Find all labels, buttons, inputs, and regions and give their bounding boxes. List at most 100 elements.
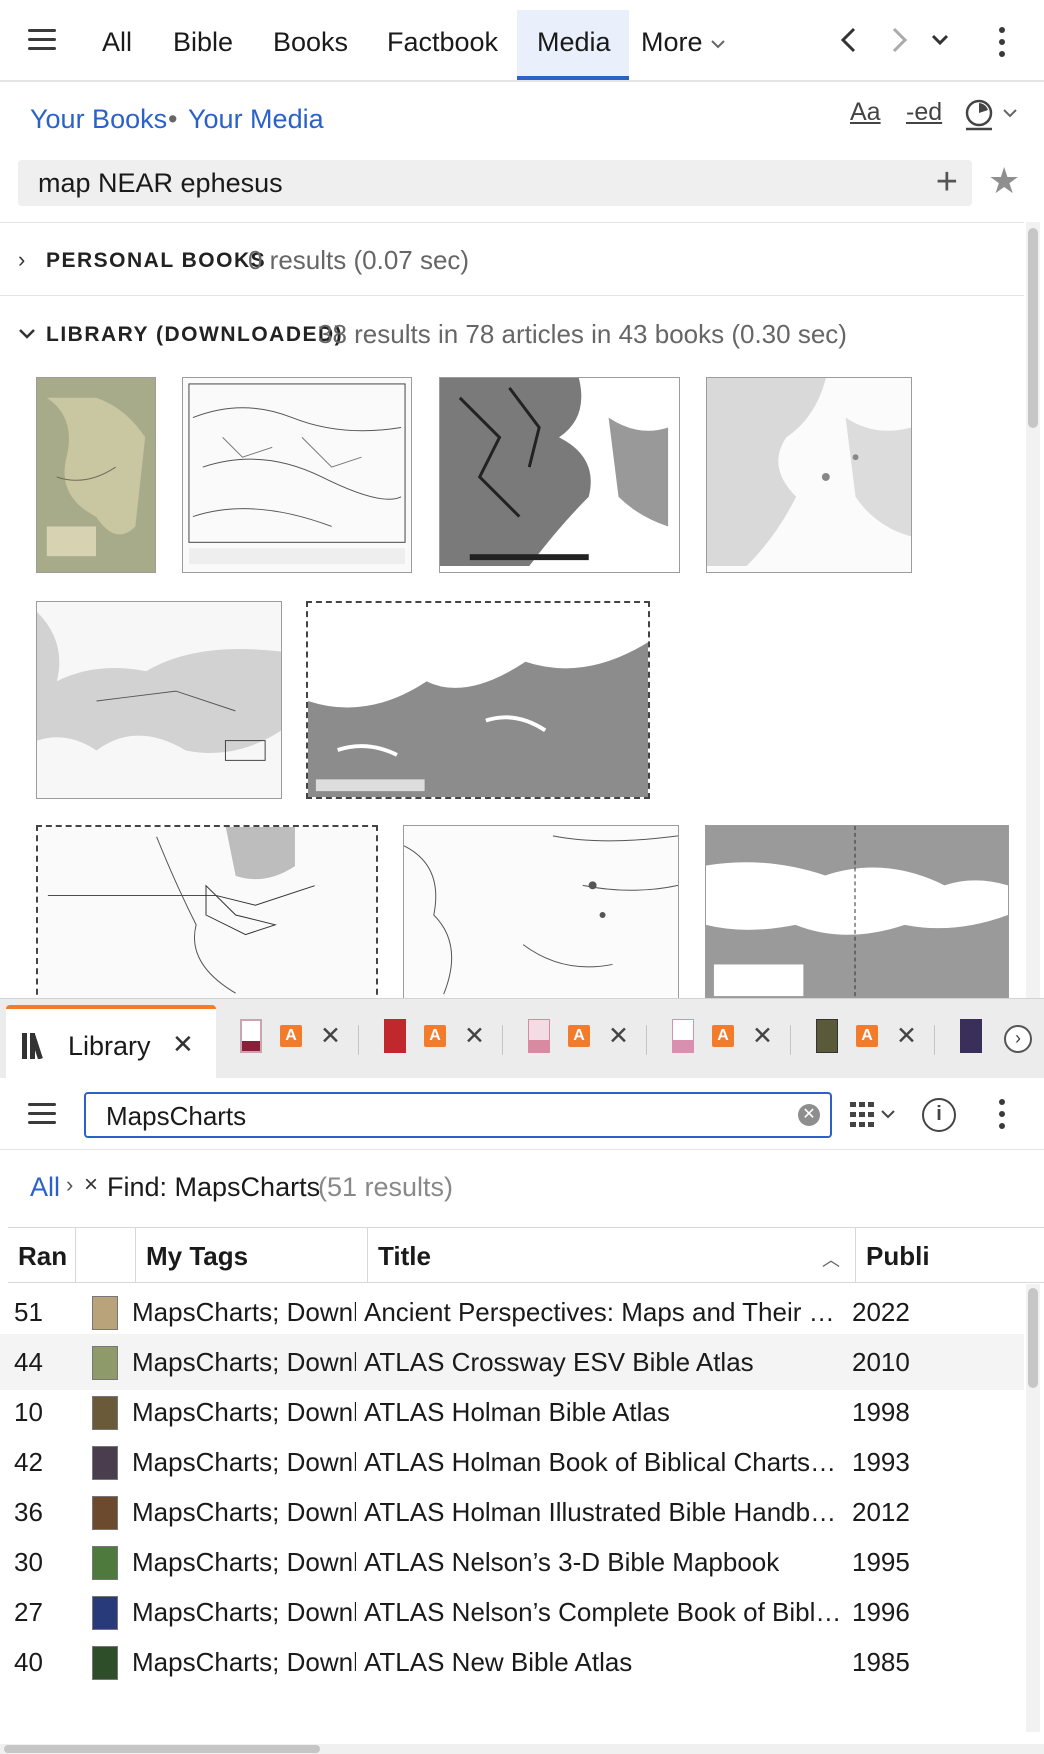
title-cell: Ancient Perspectives: Maps and Their Pla… (364, 1297, 842, 1327)
panel-tab-strip: Library ✕ A ✕ A ✕ A ✕ A ✕ A ✕ › (0, 998, 1044, 1079)
search-input[interactable]: map NEAR ephesus (38, 168, 283, 199)
title-cell: ATLAS Holman Book of Biblical Charts, Ma… (364, 1447, 842, 1477)
book-cover-icon (240, 1019, 262, 1053)
your-media-link[interactable]: Your Media (188, 104, 324, 135)
your-books-link[interactable]: Your Books (30, 104, 167, 135)
chevron-down-icon[interactable] (18, 327, 36, 341)
table-row[interactable]: 44 MapsCharts; Downloa ATLAS Crossway ES… (0, 1334, 1024, 1390)
menu-icon[interactable] (28, 1101, 58, 1127)
edition-icon[interactable]: -ed (906, 98, 942, 127)
map-thumbnail[interactable] (403, 825, 679, 998)
font-size-icon[interactable]: Aa (850, 98, 881, 127)
table-row[interactable]: 10 MapsCharts; Downloa ATLAS Holman Bibl… (0, 1384, 1024, 1440)
breadcrumb-filter: Find: MapsCharts (107, 1172, 321, 1202)
breadcrumb-all-link[interactable]: All (30, 1172, 60, 1203)
library-search-box[interactable]: MapsCharts ✕ (84, 1092, 832, 1138)
table-scrollbar[interactable] (1026, 1284, 1040, 1732)
audio-badge-icon: A (856, 1025, 878, 1047)
column-header-cover[interactable] (76, 1228, 136, 1282)
tab-factbook[interactable]: Factbook (367, 10, 518, 80)
more-options-icon[interactable] (984, 24, 1020, 60)
tab-bible[interactable]: Bible (153, 10, 253, 80)
chevron-right-icon[interactable]: › (18, 247, 25, 273)
year-cell: 1993 (852, 1447, 910, 1477)
view-options-icon[interactable] (850, 1100, 902, 1130)
library-section[interactable]: LIBRARY (DOWNLOADED) 38 results in 78 ar… (0, 297, 1024, 371)
add-icon[interactable]: + (936, 162, 958, 202)
map-thumbnail[interactable] (36, 601, 282, 799)
book-cover-icon (92, 1396, 118, 1430)
table-row[interactable]: 27 MapsCharts; Downloa ATLAS Nelson’s Co… (0, 1584, 1024, 1640)
column-header-rank[interactable]: Ran (8, 1228, 76, 1282)
rank-cell: 10 (14, 1397, 43, 1427)
rank-cell: 42 (14, 1447, 43, 1477)
divider (0, 295, 1024, 296)
library-toolbar: MapsCharts ✕ i (0, 1078, 1044, 1150)
tab-media[interactable]: Media (517, 10, 629, 80)
remove-filter-icon[interactable]: × (84, 1171, 98, 1199)
tab-books[interactable]: Books (253, 10, 368, 80)
year-cell: 1996 (852, 1597, 910, 1627)
column-header-title[interactable]: Title (368, 1228, 856, 1282)
table-row[interactable]: 30 MapsCharts; Downloa ATLAS Nelson’s 3-… (0, 1534, 1024, 1590)
column-header-my-tags[interactable]: My Tags (136, 1228, 368, 1282)
table-row[interactable]: 42 MapsCharts; Downloa ATLAS Holman Book… (0, 1434, 1024, 1490)
favorite-star-icon[interactable]: ★ (988, 160, 1020, 202)
results-count: (51 results) (318, 1172, 454, 1202)
map-thumbnail[interactable] (182, 377, 412, 573)
map-thumbnail[interactable] (306, 601, 650, 799)
scope-separator: • (168, 104, 178, 134)
map-thumbnail[interactable] (706, 377, 912, 573)
close-tab-icon[interactable]: ✕ (608, 1021, 629, 1051)
scrollbar-thumb[interactable] (4, 1745, 320, 1753)
title-cell: ATLAS Nelson’s 3-D Bible Mapbook (364, 1547, 780, 1577)
map-thumbnail[interactable] (439, 377, 680, 573)
top-nav: All Bible Books Factbook Media More (0, 0, 1044, 82)
timer-icon[interactable] (962, 98, 1022, 132)
more-options-icon[interactable] (984, 1096, 1020, 1132)
back-arrow-icon[interactable] (832, 22, 868, 58)
table-row[interactable]: 36 MapsCharts; Downloa ATLAS Holman Illu… (0, 1484, 1024, 1540)
tab-library[interactable]: Library ✕ (6, 1005, 216, 1079)
column-header-published[interactable]: Publi (856, 1228, 1044, 1282)
year-cell: 1998 (852, 1397, 910, 1427)
book-cover-icon (92, 1446, 118, 1480)
map-thumbnail[interactable] (36, 825, 378, 998)
horizontal-scrollbar[interactable] (0, 1744, 1044, 1754)
table-row[interactable]: 40 MapsCharts; Downloa ATLAS New Bible A… (0, 1634, 1024, 1690)
audio-badge-icon: A (712, 1025, 734, 1047)
book-cover-icon (960, 1019, 982, 1053)
tab-all[interactable]: All (82, 10, 152, 80)
close-tab-icon[interactable]: ✕ (464, 1021, 485, 1051)
personal-books-section[interactable]: › PERSONAL BOOKS 0 results (0.07 sec) (0, 223, 1024, 297)
breadcrumb-chevron-icon: › (66, 1172, 74, 1197)
tab-more[interactable]: More (621, 10, 746, 80)
title-cell: ATLAS New Bible Atlas (364, 1647, 633, 1677)
menu-icon[interactable] (28, 27, 58, 53)
close-tab-icon[interactable]: ✕ (172, 1029, 194, 1060)
sort-ascending-icon[interactable]: ︿ (822, 1246, 840, 1272)
book-cover-icon (384, 1019, 406, 1053)
clear-search-icon[interactable]: ✕ (798, 1104, 820, 1126)
rank-cell: 44 (14, 1347, 43, 1377)
table-row[interactable]: 51 MapsCharts; Downloa Ancient Perspecti… (0, 1284, 1024, 1340)
section-meta: 38 results in 78 articles in 43 books (0… (318, 319, 847, 349)
map-thumbnail[interactable] (36, 377, 156, 573)
close-tab-icon[interactable]: ✕ (752, 1021, 773, 1051)
close-tab-icon[interactable]: ✕ (320, 1021, 341, 1051)
results-scrollbar[interactable] (1026, 222, 1040, 998)
history-chevron-icon[interactable] (922, 22, 958, 58)
book-cover-icon (92, 1496, 118, 1530)
library-search-input[interactable]: MapsCharts (106, 1101, 246, 1132)
document-tab[interactable] (960, 1017, 1000, 1061)
forward-arrow-icon[interactable] (880, 22, 916, 58)
search-box[interactable]: map NEAR ephesus + (18, 160, 972, 206)
map-thumbnail[interactable] (705, 825, 1009, 998)
scroll-tabs-right-icon[interactable]: › (1004, 1025, 1032, 1053)
scrollbar-thumb[interactable] (1028, 228, 1038, 428)
info-icon[interactable]: i (922, 1098, 956, 1132)
scrollbar-thumb[interactable] (1028, 1288, 1038, 1388)
close-tab-icon[interactable]: ✕ (896, 1021, 917, 1051)
tags-cell: MapsCharts; Downloa (132, 1397, 356, 1427)
scope-row: Your Books • Your Media Aa -ed (0, 84, 1044, 154)
